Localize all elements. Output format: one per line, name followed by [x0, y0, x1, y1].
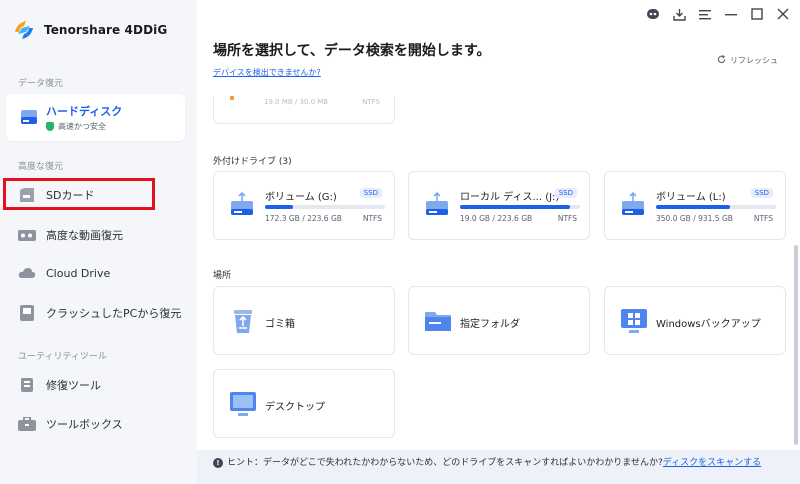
- drive-usage: 350.0 GB / 931.5 GB: [656, 214, 733, 223]
- location-card-folder[interactable]: 指定フォルダ: [408, 286, 590, 355]
- crashed-pc-icon: [18, 305, 36, 321]
- drive-name: ローカル ディス... (J:): [460, 192, 560, 203]
- drive-name: ボリューム (G:): [265, 192, 337, 203]
- cloud-icon: [18, 266, 36, 280]
- drive-filesystem: NTFS: [362, 98, 380, 106]
- refresh-icon: [717, 55, 726, 66]
- sidebar: Tenorshare 4DDiG データ復元 ハードディスク 高速かつ安全 高度…: [0, 0, 197, 484]
- window-controls: [646, 7, 790, 21]
- drive-indicator-icon: [230, 96, 234, 100]
- drive-filesystem: NTFS: [753, 214, 773, 223]
- location-name: ゴミ箱: [265, 319, 295, 330]
- sidebar-item-video[interactable]: 高度な動画復元: [18, 227, 123, 243]
- drive-usage-bar: [656, 205, 776, 209]
- page-title: 場所を選択して、データ検索を開始します。: [213, 43, 491, 59]
- location-name: Windowsバックアップ: [656, 319, 761, 330]
- repair-tool-icon: [18, 378, 36, 392]
- sidebar-item-repair-tool-label: 修復ツール: [46, 379, 101, 392]
- external-drives-label: 外付けドライブ (3): [213, 157, 292, 167]
- location-name: デスクトップ: [265, 402, 325, 413]
- refresh-button[interactable]: リフレッシュ: [717, 55, 778, 66]
- brand: Tenorshare 4DDiG: [12, 18, 167, 42]
- drive-usage: 172.3 GB / 223.6 GB: [265, 214, 342, 223]
- cannot-detect-device-link[interactable]: デバイスを検出できませんか?: [213, 67, 321, 78]
- scrollbar[interactable]: [794, 245, 798, 445]
- sidebar-item-toolbox[interactable]: ツールボックス: [18, 416, 123, 432]
- drive-usage-fill: [265, 205, 293, 209]
- hard-disk-subtitle: 高速かつ安全: [58, 122, 106, 131]
- windows-backup-icon: [619, 306, 649, 336]
- drive-usage-bar: [460, 205, 580, 209]
- hard-disk-subtitle-row: 高速かつ安全: [46, 121, 106, 132]
- usb-drive-icon: [423, 191, 451, 219]
- drive-usage-fill: [656, 205, 731, 209]
- info-icon: !: [213, 458, 223, 468]
- drive-usage-bar: [265, 205, 385, 209]
- drive-usage: 19.0 GB / 223.6 GB: [460, 214, 533, 223]
- toolbox-icon: [18, 417, 36, 431]
- close-icon[interactable]: [776, 7, 790, 21]
- shield-icon: [46, 122, 54, 131]
- drive-usage-fill: [460, 205, 571, 209]
- hint-bar: ! ヒント：データがどこで失われたかわからないため、どのドライブをスキャンすれば…: [197, 450, 800, 484]
- minimize-icon[interactable]: [724, 7, 738, 21]
- drive-name: ボリューム (L:): [656, 192, 726, 203]
- location-card-recycle-bin[interactable]: ゴミ箱: [213, 286, 395, 355]
- recycle-bin-icon: [228, 306, 258, 336]
- drive-filesystem: NTFS: [557, 214, 577, 223]
- location-card-desktop[interactable]: デスクトップ: [213, 369, 395, 438]
- usb-drive-icon: [619, 191, 647, 219]
- hint-text: ヒント：データがどこで失われたかわからないため、どのドライブをスキャンすればよい…: [227, 458, 663, 468]
- scan-disk-link[interactable]: ディスクをスキャンする: [663, 458, 761, 468]
- assistant-icon[interactable]: [646, 7, 660, 21]
- menu-icon[interactable]: [698, 7, 712, 21]
- sidebar-item-crashed-pc[interactable]: クラッシュしたPCから復元: [18, 305, 181, 321]
- section-label-advanced: 高度な復元: [18, 162, 64, 172]
- location-card-windows-backup[interactable]: Windowsバックアップ: [604, 286, 786, 355]
- sidebar-item-hard-disk[interactable]: ハードディスク 高速かつ安全: [6, 94, 185, 141]
- locations-label: 場所: [213, 271, 232, 281]
- drive-card-l[interactable]: ボリューム (L:) SSD 350.0 GB / 931.5 GB NTFS: [604, 171, 786, 240]
- folder-icon: [423, 306, 453, 336]
- sidebar-item-hard-disk-label: ハードディスク: [46, 105, 123, 118]
- highlight-box: [3, 178, 155, 210]
- drive-usage: 19.0 MB / 30.0 MB: [264, 98, 329, 106]
- hint-text-block: ヒント：データがどこで失われたかわからないため、どのドライブをスキャンすればよい…: [227, 456, 787, 470]
- location-name: 指定フォルダ: [460, 319, 520, 330]
- drive-card-j[interactable]: ローカル ディス... (J:) SSD 19.0 GB / 223.6 GB …: [408, 171, 590, 240]
- hard-disk-icon: [20, 109, 38, 129]
- sidebar-item-repair-tool[interactable]: 修復ツール: [18, 377, 101, 393]
- usb-drive-icon: [228, 191, 256, 219]
- sidebar-item-cloud-drive-label: Cloud Drive: [46, 266, 111, 280]
- sidebar-item-crashed-pc-label: クラッシュしたPCから復元: [46, 307, 182, 320]
- video-icon: [18, 228, 36, 242]
- desktop-icon: [228, 389, 258, 419]
- drive-filesystem: NTFS: [362, 214, 382, 223]
- sidebar-item-video-label: 高度な動画復元: [46, 229, 123, 242]
- sidebar-item-cloud-drive[interactable]: Cloud Drive: [18, 266, 110, 280]
- section-label-recovery: データ復元: [18, 79, 64, 89]
- download-icon[interactable]: [672, 7, 686, 21]
- ssd-badge: SSD: [750, 188, 773, 198]
- maximize-icon[interactable]: [750, 7, 764, 21]
- partial-drive-card[interactable]: 19.0 MB / 30.0 MB NTFS: [213, 96, 395, 124]
- drive-card-g[interactable]: ボリューム (G:) SSD 172.3 GB / 223.6 GB NTFS: [213, 171, 395, 240]
- sidebar-item-toolbox-label: ツールボックス: [46, 418, 123, 431]
- ssd-badge: SSD: [359, 188, 382, 198]
- app-name: Tenorshare 4DDiG: [44, 23, 168, 37]
- refresh-label: リフレッシュ: [730, 56, 778, 65]
- section-label-utility: ユーティリティツール: [18, 352, 107, 362]
- app-logo-icon: [12, 18, 36, 42]
- ssd-badge: SSD: [554, 188, 577, 198]
